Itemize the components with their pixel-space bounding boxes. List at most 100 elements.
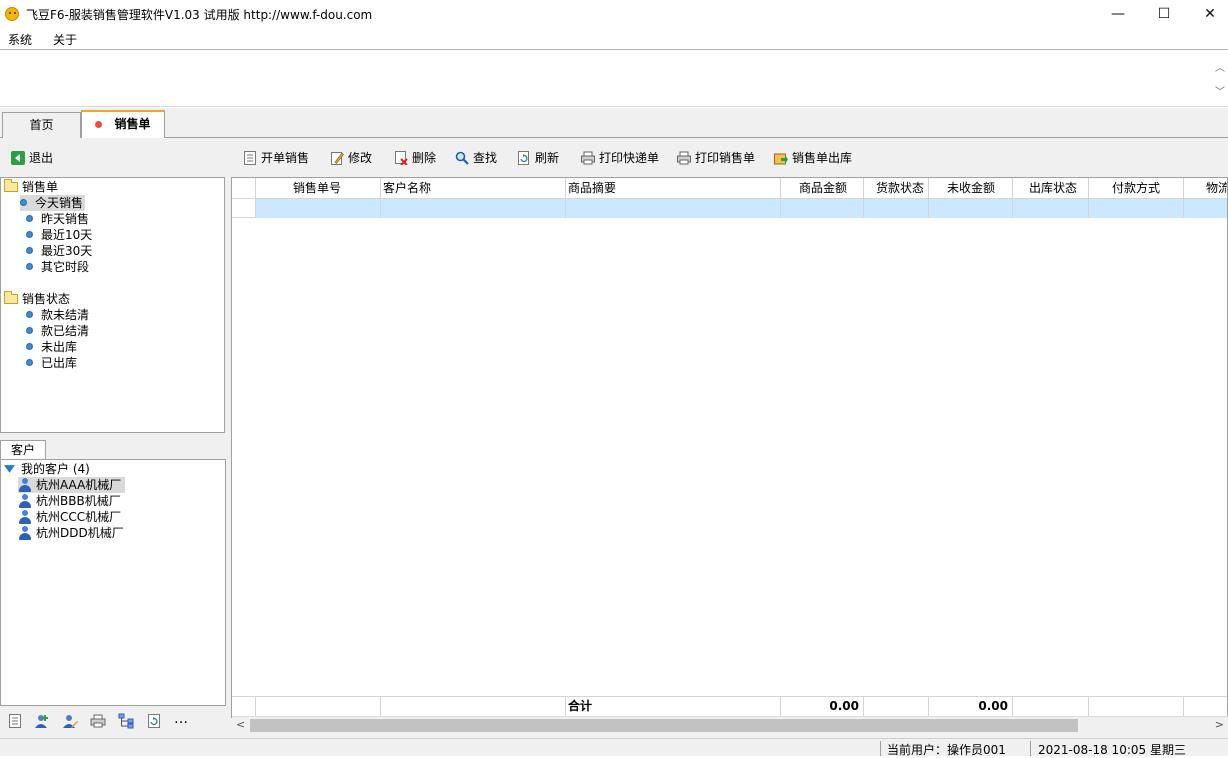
box-out-icon (774, 153, 788, 164)
customer-item[interactable]: 杭州DDD机械厂 (18, 525, 124, 541)
person-icon (18, 493, 32, 508)
table-cell[interactable] (381, 199, 566, 218)
printer-icon[interactable] (90, 713, 106, 729)
table-cell[interactable] (1184, 199, 1227, 218)
scroll-right-icon[interactable]: > (1215, 718, 1224, 731)
ribbon-scroll-down-icon[interactable]: ﹀ (1215, 83, 1225, 98)
customer-item-label: 杭州DDD机械厂 (36, 526, 124, 540)
tree-item-yesterday[interactable]: 昨天销售 (26, 211, 89, 227)
edit-button[interactable]: 修改 (330, 146, 372, 170)
scroll-left-icon[interactable]: < (236, 718, 245, 731)
print-sale-label: 打印销售单 (695, 151, 756, 165)
tree-item-label: 已出库 (41, 356, 78, 370)
document-list-icon (244, 150, 256, 165)
column-header-summary[interactable]: 商品摘要 (566, 178, 781, 199)
refresh-label: 刷新 (535, 151, 560, 165)
table-cell[interactable] (566, 199, 781, 218)
search-button[interactable]: 查找 (455, 146, 497, 170)
tree-item-unpaid[interactable]: 款未结清 (26, 307, 89, 323)
tree-item-today[interactable]: 今天销售 (20, 195, 86, 211)
tree-group-sales[interactable]: 销售单 (4, 178, 59, 195)
exit-button[interactable]: 退出 (11, 146, 53, 170)
add-customer-icon[interactable] (34, 713, 50, 729)
status-current-user: 当前用户：操作员001 (887, 743, 1006, 757)
tree-group-label: 销售单 (22, 180, 59, 194)
tab-home[interactable]: 首页 (2, 112, 81, 138)
exit-label: 退出 (29, 151, 54, 165)
refresh-icon[interactable] (146, 713, 162, 729)
footer-goods-amount: 0.00 (781, 696, 864, 716)
tab-sales-label: 销售单 (114, 117, 151, 131)
bullet-icon (26, 327, 33, 334)
tab-close-dot-icon[interactable] (95, 121, 103, 128)
person-icon (18, 525, 32, 540)
edit-icon (331, 151, 344, 165)
print-sale-button[interactable]: 打印销售单 (677, 146, 755, 170)
tree-item-label: 未出库 (41, 340, 78, 354)
tree-group-sale-status[interactable]: 销售状态 (4, 290, 70, 307)
refresh-button[interactable]: 刷新 (517, 146, 559, 170)
column-header-stock-status[interactable]: 出库状态 (1013, 178, 1089, 199)
customer-item[interactable]: 杭州BBB机械厂 (18, 493, 121, 509)
row-header-corner (232, 178, 256, 199)
tree-item-shipped[interactable]: 已出库 (26, 355, 77, 371)
exit-icon (11, 150, 25, 165)
table-cell[interactable] (1013, 199, 1089, 218)
menu-system[interactable]: 系统 (8, 31, 32, 48)
menu-about[interactable]: 关于 (53, 31, 77, 48)
tab-customers[interactable]: 客户 (0, 440, 46, 460)
print-express-button[interactable]: 打印快递单 (581, 146, 659, 170)
printer-icon (581, 151, 595, 164)
scrollbar-thumb[interactable] (250, 719, 1078, 732)
bullet-icon (26, 263, 33, 270)
bullet-icon (26, 311, 33, 318)
table-cell[interactable] (1089, 199, 1184, 218)
ribbon-scroll-up-icon[interactable]: ︿ (1215, 59, 1225, 74)
tree-item-other-period[interactable]: 其它时段 (26, 259, 89, 275)
close-button[interactable]: ✕ (1187, 0, 1228, 28)
ship-out-label: 销售单出库 (792, 151, 853, 165)
customer-item[interactable]: 杭州CCC机械厂 (18, 509, 121, 525)
tree-item-label: 今天销售 (35, 196, 84, 210)
column-header-payment-status[interactable]: 货款状态 (864, 178, 929, 199)
search-icon (455, 151, 469, 165)
new-sale-button[interactable]: 开单销售 (243, 146, 309, 170)
delete-button[interactable]: 删除 (394, 146, 436, 170)
maximize-button[interactable]: ☐ (1141, 0, 1187, 28)
customer-root[interactable]: 我的客户 (4) (4, 461, 90, 477)
edit-customer-icon[interactable] (62, 713, 78, 729)
tab-sales[interactable]: 销售单 (81, 110, 165, 139)
table-cell[interactable] (781, 199, 864, 218)
table-cell[interactable] (929, 199, 1013, 218)
folder-icon (4, 178, 18, 192)
tree-item-not-shipped[interactable]: 未出库 (26, 339, 77, 355)
bullet-icon (26, 343, 33, 350)
table-cell[interactable] (864, 199, 929, 218)
column-header-unpaid-amount[interactable]: 未收金额 (929, 178, 1013, 199)
minimize-button[interactable]: — (1095, 0, 1141, 28)
column-header-customer[interactable]: 客户名称 (381, 178, 566, 199)
tab-home-label: 首页 (29, 118, 54, 132)
table-cell[interactable] (256, 199, 381, 218)
bullet-icon (20, 199, 27, 206)
column-header-logistics[interactable]: 物流 (1184, 178, 1227, 199)
hierarchy-icon[interactable] (118, 713, 134, 729)
customer-item[interactable]: 杭州AAA机械厂 (18, 477, 126, 493)
list-icon[interactable] (7, 713, 23, 729)
horizontal-scrollbar[interactable]: < > (232, 716, 1228, 734)
sales-grid: 销售单号 客户名称 商品摘要 商品金额 货款状态 未收金额 出库状态 付款方式 … (231, 177, 1228, 718)
expand-triangle-icon[interactable] (4, 465, 15, 474)
more-icon[interactable]: … (174, 711, 188, 727)
person-icon (18, 477, 32, 492)
tree-item-paid[interactable]: 款已结清 (26, 323, 89, 339)
column-header-goods-amount[interactable]: 商品金额 (781, 178, 864, 199)
row-header[interactable] (232, 199, 256, 218)
tree-item-last-30-days[interactable]: 最近30天 (26, 243, 92, 259)
column-header-payment-method[interactable]: 付款方式 (1089, 178, 1184, 199)
tree-item-label: 最近10天 (41, 228, 93, 242)
ship-out-button[interactable]: 销售单出库 (774, 146, 852, 170)
tree-item-last-10-days[interactable]: 最近10天 (26, 227, 92, 243)
new-sale-label: 开单销售 (261, 151, 310, 165)
status-separator (880, 741, 881, 756)
column-header-order-no[interactable]: 销售单号 (256, 178, 381, 199)
